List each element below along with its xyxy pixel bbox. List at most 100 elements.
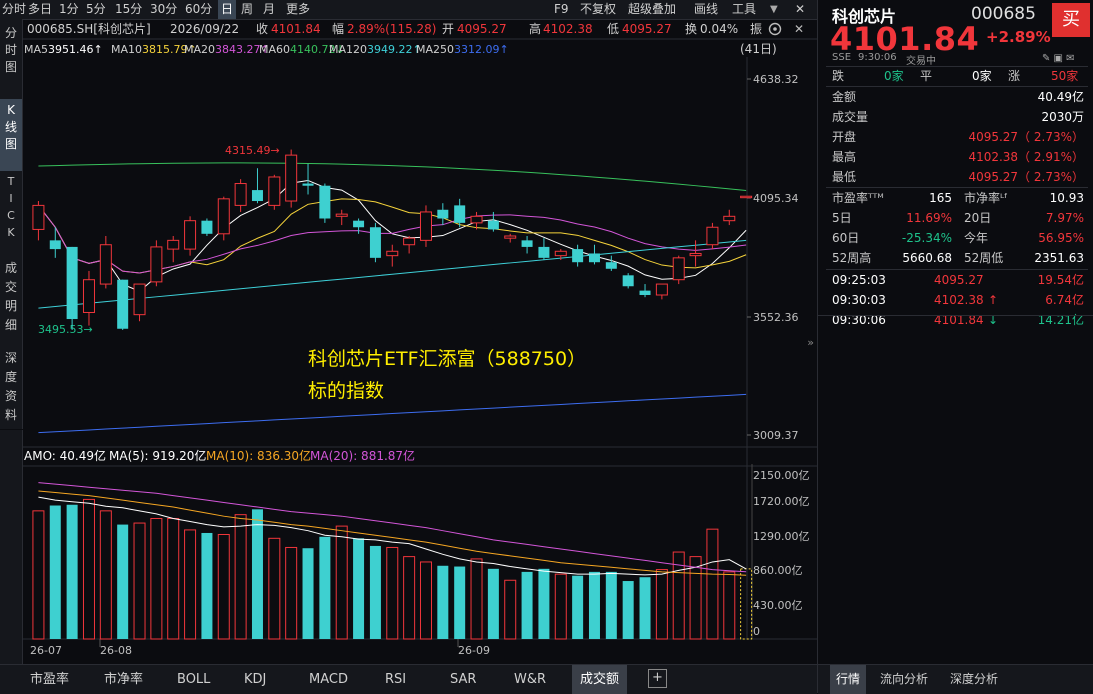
chevron-down-icon[interactable]: ▼ [770, 0, 778, 19]
candle-body [167, 239, 180, 250]
period-tab-5min[interactable]: 5分 [86, 0, 106, 19]
overlay-button[interactable]: 超级叠加 [628, 0, 676, 19]
quote-row: 金额 40.49亿 [818, 87, 1093, 107]
volume-bar [167, 517, 180, 640]
volume-bar [32, 510, 45, 640]
panel-tool-icons[interactable]: ✎ ▣ ✉ [1042, 53, 1075, 64]
tab-sar[interactable]: SAR [450, 665, 476, 694]
tab-wr[interactable]: W&R [514, 665, 546, 694]
volume-bar [66, 504, 78, 639]
period-tab-15min[interactable]: 15分 [115, 0, 142, 19]
period-tab-multiday[interactable]: 多日 [28, 0, 52, 19]
flat-count: 0家 [972, 69, 992, 83]
candle-body [554, 250, 567, 257]
tab-macd[interactable]: MACD [309, 665, 348, 694]
volume-bar [706, 528, 719, 640]
candle-body [740, 195, 753, 199]
period-tab-60min[interactable]: 60分 [185, 0, 212, 19]
period-tab-timeshare[interactable]: 分时 [2, 0, 26, 19]
draw-button[interactable]: 画线 [694, 0, 718, 19]
buy-button[interactable]: 买 [1052, 3, 1090, 37]
period-tab-day[interactable]: 日 [218, 0, 237, 19]
volume-bar [437, 565, 449, 639]
tab-pe[interactable]: 市盈率 [30, 665, 69, 694]
quote-time: 9:30:06 [858, 52, 897, 63]
close-indicator-icon[interactable]: ✕ [794, 22, 804, 36]
candle-body [369, 227, 381, 258]
volume-bar [554, 573, 567, 640]
volume-bar [689, 556, 702, 640]
fall-count: 0家 [884, 69, 904, 83]
amo-ma20-legend: MA(20): 881.87亿 [310, 448, 415, 463]
add-indicator-icon[interactable]: + [648, 669, 667, 688]
candle-body [49, 240, 61, 250]
nav-timeshare[interactable]: 分时图 [0, 25, 22, 76]
stat-v2: 7.97% [1045, 211, 1084, 225]
volume-bar [538, 568, 550, 639]
volume-bar [285, 546, 298, 640]
quote-row-value: 2030万 [1041, 110, 1084, 124]
expand-panel-icon[interactable]: » [807, 336, 814, 349]
stat-v2: 10.93 [1049, 191, 1084, 205]
stat-l1: 60日 [832, 231, 860, 245]
indicator-tabs: 市盈率 市净率 BOLL KDJ MACD RSI SAR W&R 成交额 + [0, 664, 817, 694]
ma-legend-label: MA250 [416, 43, 454, 56]
tab-rsi[interactable]: RSI [385, 665, 406, 694]
tab-boll[interactable]: BOLL [177, 665, 210, 694]
candle-body [605, 262, 617, 269]
stat-v1: 165 [929, 191, 952, 205]
period-tab-week[interactable]: 周 [241, 0, 253, 19]
ma-legend: MA5 3951.46↑ MA10 3815.79↑MA20 3843.27↑MA60 4… [24, 43, 509, 56]
trading-status: 交易中 [906, 56, 936, 67]
stat-row: 52周高 5660.68 52周低 2351.63 [818, 248, 1093, 268]
period-tab-month[interactable]: 月 [263, 0, 275, 19]
chart-area[interactable]: 000685.SH[科创芯片] 2026/09/22 收 4101.84 幅 2… [22, 19, 817, 664]
nav-kline[interactable]: K线图 [0, 99, 22, 171]
low-label: 低 [607, 22, 619, 36]
period-tab-1min[interactable]: 1分 [59, 0, 79, 19]
settings-icon[interactable] [768, 22, 782, 36]
left-nav-filler [0, 430, 23, 664]
volume-bar [184, 529, 197, 640]
f9-button[interactable]: F9 [554, 0, 569, 19]
tab-quote[interactable]: 行情 [830, 665, 867, 694]
tab-deep-analysis[interactable]: 深度分析 [950, 665, 998, 694]
volume-bar [201, 532, 213, 639]
date-tick-3: 26-09 [458, 644, 490, 657]
volume-bar [723, 571, 736, 640]
tools-button[interactable]: 工具 [732, 0, 756, 19]
overlay-text-1: 科创芯片ETF汇添富（588750） [308, 348, 586, 370]
stat-row: 市盈率ᵀᵀᴹ 165 市净率ᴸᶠ 10.93 [818, 188, 1093, 208]
volume-tick-1: 2150.00亿 [753, 469, 810, 482]
volume-bar [487, 568, 499, 639]
close-icon[interactable]: ✕ [795, 0, 805, 19]
tab-pb[interactable]: 市净率 [104, 665, 143, 694]
candle-body [217, 198, 230, 235]
tab-kdj[interactable]: KDJ [244, 665, 266, 694]
kline-chart[interactable]: 000685.SH[科创芯片] 2026/09/22 收 4101.84 幅 2… [22, 19, 817, 664]
tick-amount: 6.74亿 [1045, 293, 1084, 307]
nav-deep-data[interactable]: 深度资料 [0, 349, 22, 425]
period-tab-30min[interactable]: 30分 [150, 0, 177, 19]
nav-tick[interactable]: TICK [0, 173, 22, 241]
stat-v1: -25.34% [901, 231, 952, 245]
period-tab-more[interactable]: 更多 [286, 0, 310, 19]
fall-label: 跌 [832, 69, 845, 83]
tick-row: 09:30:03 4102.38 ↑ 6.74亿 [818, 290, 1093, 310]
min-price-annotation: 3495.53→ [38, 323, 93, 336]
candle-body [437, 209, 449, 219]
nav-detail[interactable]: 成交明细 [0, 259, 22, 335]
volume-bar [335, 525, 348, 640]
volume-tick-3: 1290.00亿 [753, 530, 810, 543]
tab-amount[interactable]: 成交额 [572, 665, 628, 694]
tick-time: 09:25:03 [832, 273, 886, 287]
quote-row-label: 金额 [832, 90, 857, 104]
adjust-button[interactable]: 不复权 [580, 0, 616, 19]
candle-body [454, 205, 466, 223]
change-label: 幅 [332, 21, 344, 36]
tab-flow-analysis[interactable]: 流向分析 [880, 665, 928, 694]
nav-detail-label: 成交明细 [5, 261, 18, 332]
volume-bar [217, 533, 230, 640]
candle-body [723, 215, 736, 222]
candle-body [504, 235, 517, 239]
